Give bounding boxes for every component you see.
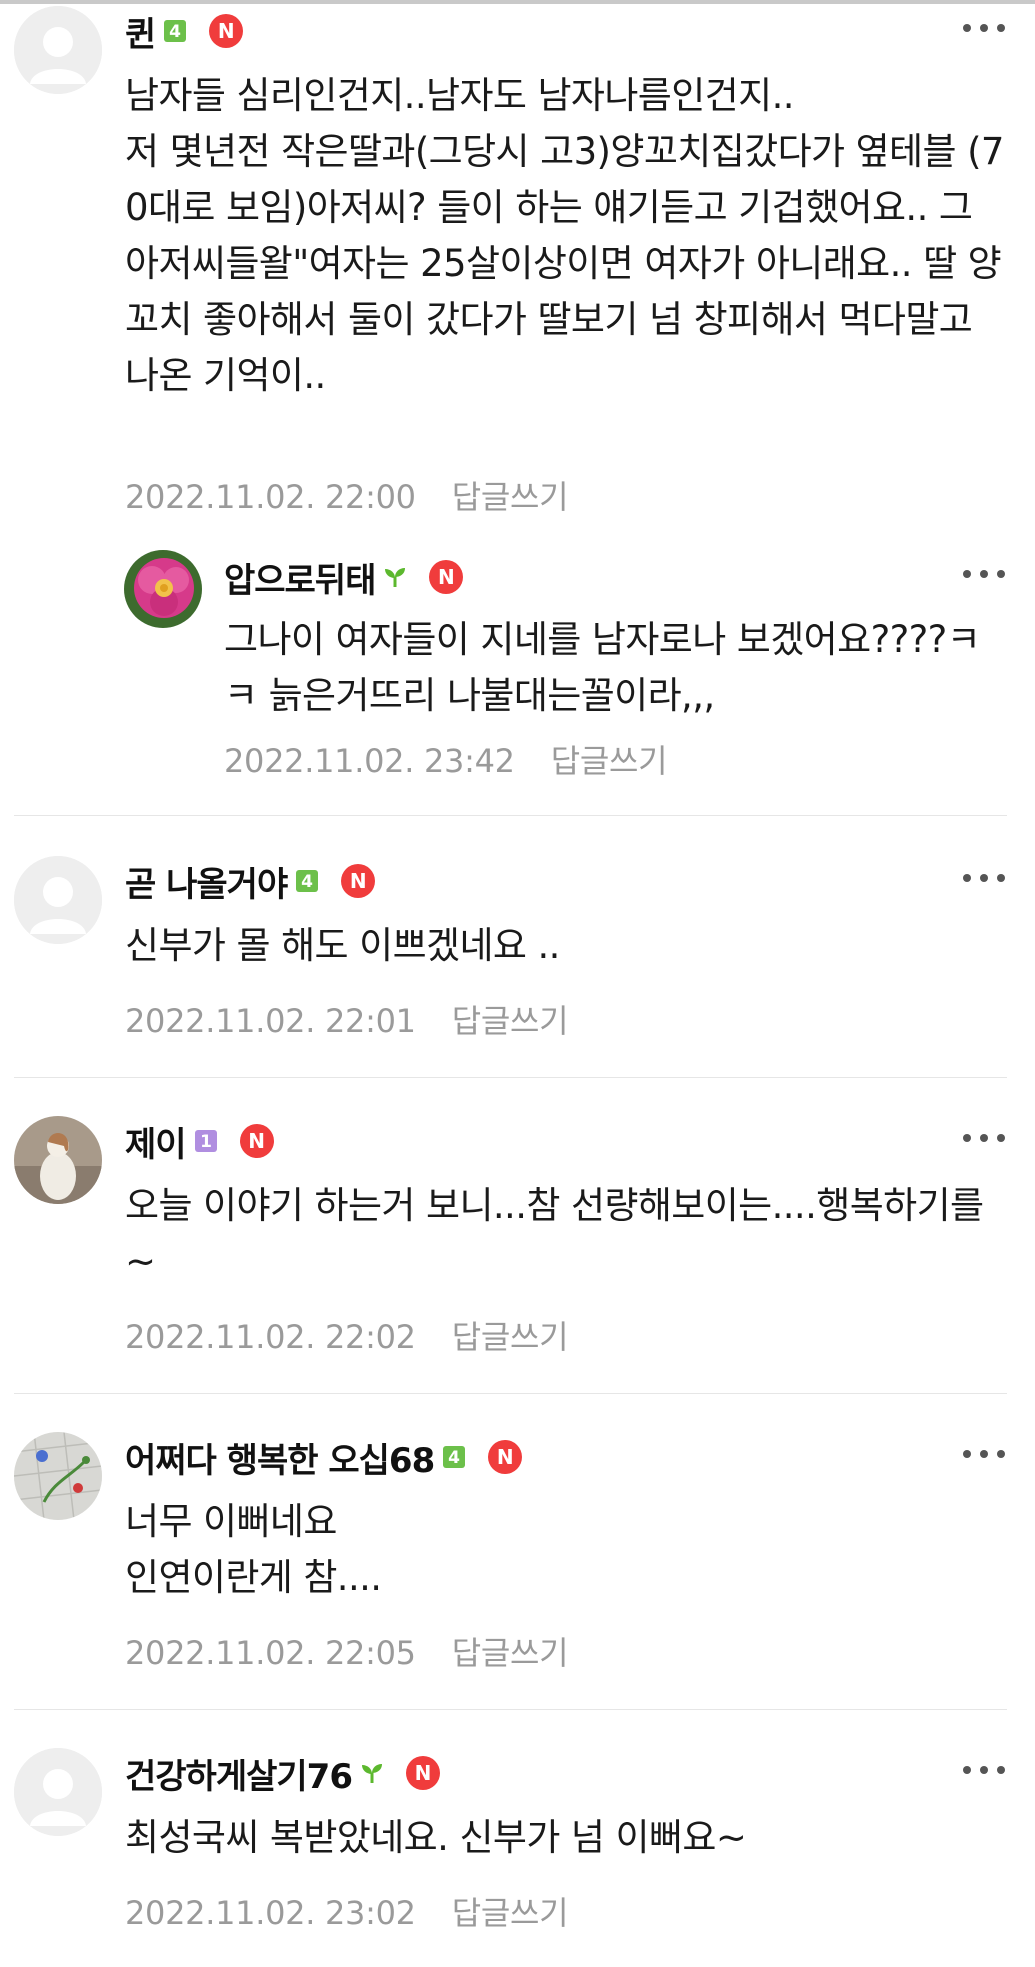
avatar[interactable] [14,1432,102,1520]
comment-timestamp: 2022.11.02. 22:05 [125,1634,416,1672]
new-badge: N [429,560,464,594]
comment-divider [14,1393,1007,1394]
new-badge: N [341,864,376,898]
reply-item: 압으로뒤태 N 그나이 여자들이 지네를 남자로나 보겠어요????ㅋㅋ 늙은거… [0,550,1035,782]
new-badge: N [488,1440,523,1474]
comment-text: 오늘 이야기 하는거 보니...참 선량해보이는....행복하기를~ [125,1184,984,1283]
svg-text:4: 4 [301,872,313,892]
comment-meta: 2022.11.02. 23:02 답글쓰기 [125,1888,569,1934]
more-options-icon[interactable] [963,874,1007,886]
default-profile-icon [14,856,102,944]
comment-text: 너무 이뻐네요 인연이란게 참.... [125,1500,382,1599]
author-nickname[interactable]: 어쩌다 행복한 오십68 [125,1433,435,1482]
comment-divider [14,1077,1007,1078]
new-badge: N [406,1756,440,1790]
comment-timestamp: 2022.11.02. 23:42 [224,742,515,780]
comment-timestamp: 2022.11.02. 22:02 [125,1318,416,1356]
comment-text: 그나이 여자들이 지네를 남자로나 보겠어요????ㅋㅋ 늙은거뜨리 나불대는꼴… [224,618,981,717]
comment-item: 제이 1 N 오늘 이야기 하는거 보니...참 선량해보이는....행복하기를… [0,1116,1035,1366]
comment-author-row: 곧 나올거야 4 N [125,860,376,905]
level-badge-icon: 4 [442,1445,466,1469]
comment-author-row: 어쩌다 행복한 오십68 4 N [125,1436,523,1481]
reply-button[interactable]: 답글쓰기 [551,742,668,780]
more-options-icon[interactable] [963,24,1007,36]
avatar[interactable] [124,550,202,628]
comment-divider [14,1709,1007,1710]
comment-author-row: 퀸 4 N [125,10,244,55]
svg-text:1: 1 [200,1132,212,1152]
more-options-icon[interactable] [963,570,1007,582]
author-nickname[interactable]: 건강하게살기76 [125,1749,353,1798]
new-badge: N [209,14,244,48]
comment-text: 최성국씨 복받았네요. 신부가 넘 이뻐요~ [125,1816,747,1859]
comment-text: 신부가 몰 해도 이쁘겠네요 .. [125,924,560,967]
avatar[interactable] [14,856,102,944]
svg-text:4: 4 [448,1448,460,1468]
new-badge: N [239,1124,274,1158]
comment-meta: 2022.11.02. 22:01 답글쓰기 [125,996,569,1042]
avatar[interactable] [14,1748,102,1836]
figurine-photo [14,1116,102,1204]
reply-button[interactable]: 답글쓰기 [452,1002,569,1040]
author-nickname[interactable]: 압으로뒤태 [224,553,376,602]
reply-button[interactable]: 답글쓰기 [452,1634,569,1672]
comment-author-row: 제이 1 N [125,1120,274,1165]
more-options-icon[interactable] [963,1450,1007,1462]
comment-meta: 2022.11.02. 22:02 답글쓰기 [125,1312,569,1358]
level-badge-icon: 1 [194,1129,218,1153]
avatar[interactable] [14,6,102,94]
comment-author-row: 압으로뒤태 N [224,556,464,601]
comment-meta: 2022.11.02. 22:05 답글쓰기 [125,1628,569,1674]
comment-meta: 2022.11.02. 22:00 답글쓰기 [125,472,569,518]
comment-item: 퀸 4 N 남자들 심리인건지..남자도 남자나름인건지.. 저 몇년전 작은딸… [0,6,1035,516]
sprout-icon [383,565,407,589]
default-profile-icon [14,1748,102,1836]
comment-item: 건강하게살기76 N 최성국씨 복받았네요. 신부가 넘 이뻐요~ 2022.1… [0,1748,1035,1948]
comment-timestamp: 2022.11.02. 23:02 [125,1894,416,1932]
author-nickname[interactable]: 퀸 [125,7,156,56]
more-options-icon[interactable] [963,1766,1007,1778]
top-border [0,0,1035,4]
comment-item: 곧 나올거야 4 N 신부가 몰 해도 이쁘겠네요 .. 2022.11.02.… [0,856,1035,1056]
author-nickname[interactable]: 곧 나올거야 [125,857,288,906]
comment-divider [14,815,1007,816]
more-options-icon[interactable] [963,1134,1007,1146]
comment-text: 남자들 심리인건지..남자도 남자나름인건지.. 저 몇년전 작은딸과(그당시 … [125,74,1004,397]
comment-author-row: 건강하게살기76 N [125,1752,440,1797]
level-badge-icon: 4 [295,869,319,893]
avatar[interactable] [14,1116,102,1204]
sprout-icon [360,1761,384,1785]
svg-text:4: 4 [169,22,181,42]
level-badge-icon: 4 [163,19,187,43]
reply-button[interactable]: 답글쓰기 [452,478,569,516]
comment-timestamp: 2022.11.02. 22:00 [125,478,416,516]
peony-flower-photo [124,550,202,628]
reply-button[interactable]: 답글쓰기 [452,1318,569,1356]
author-nickname[interactable]: 제이 [125,1117,187,1166]
flower-pavement-photo [14,1432,102,1520]
default-profile-icon [14,6,102,94]
comment-item: 어쩌다 행복한 오십68 4 N 너무 이뻐네요 인연이란게 참.... 202… [0,1432,1035,1682]
comment-timestamp: 2022.11.02. 22:01 [125,1002,416,1040]
reply-button[interactable]: 답글쓰기 [452,1894,569,1932]
comment-meta: 2022.11.02. 23:42 답글쓰기 [224,736,668,782]
